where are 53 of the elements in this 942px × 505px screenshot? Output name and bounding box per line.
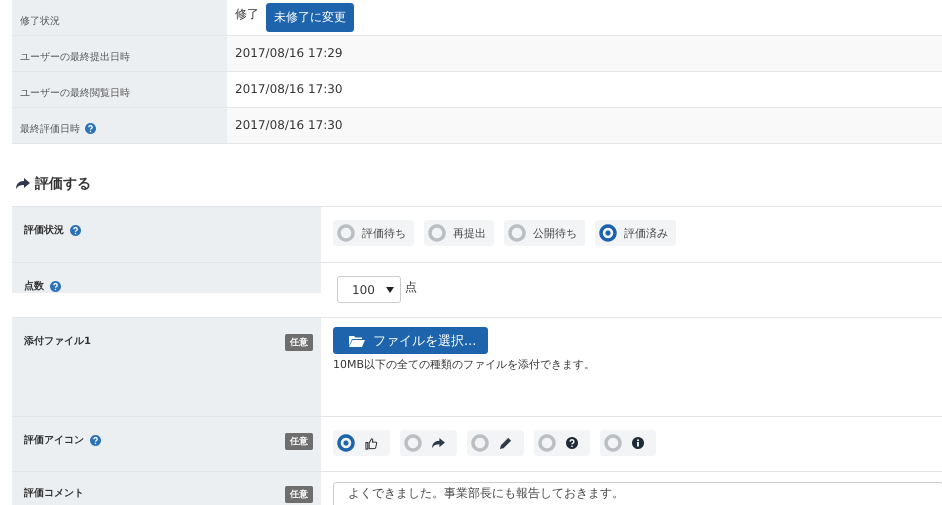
optional-tag: 任意 [285, 334, 313, 351]
field-value: 2017/08/16 17:29 [235, 46, 343, 60]
field-label: 最終評価日時 [20, 122, 80, 136]
help-icon[interactable] [85, 123, 96, 134]
info-icon [632, 437, 644, 449]
field-label: 評価アイコン [24, 434, 84, 447]
field-label: 点数 [24, 280, 44, 293]
section-title: 評価する [35, 175, 91, 193]
change-status-button[interactable]: 未修了に変更 [266, 3, 354, 32]
radio-button[interactable] [337, 434, 355, 452]
unit-label: 点 [405, 279, 417, 296]
field-value: 2017/08/16 17:30 [235, 82, 343, 96]
field-label: 添付ファイル1 [24, 334, 91, 348]
pencil-icon [499, 436, 512, 450]
icon-option[interactable] [467, 430, 524, 456]
question-icon [566, 437, 578, 449]
arrow-icon [432, 438, 445, 448]
file-select-button[interactable]: ファイルを選択... [333, 327, 488, 354]
icon-option[interactable] [333, 430, 390, 456]
file-hint-text: 10MB以下の全ての種類のファイルを添付できます。 [333, 357, 596, 372]
score-select[interactable]: 100 [337, 276, 401, 303]
caret-icon [386, 286, 394, 292]
help-icon[interactable] [90, 434, 101, 446]
optional-tag: 任意 [285, 433, 313, 450]
status-option[interactable]: 公開待ち [504, 220, 585, 246]
help-icon[interactable] [50, 280, 61, 292]
folder-icon [349, 334, 365, 347]
optional-tag: 任意 [285, 486, 313, 503]
field-label: 評価コメント [24, 486, 84, 500]
icon-option[interactable] [400, 430, 457, 456]
radio-button[interactable] [428, 224, 446, 242]
radio-button[interactable] [604, 434, 622, 452]
radio-button[interactable] [508, 224, 526, 242]
field-label: ユーザーの最終提出日時 [20, 50, 130, 64]
comment-field[interactable]: よくできました。事業部長にも報告しておきます。 [333, 482, 942, 505]
field-label: 修了状況 [20, 14, 60, 28]
radio-button[interactable] [538, 434, 556, 452]
field-label: 評価状況 [24, 224, 64, 237]
field-value: 2017/08/16 17:30 [235, 118, 343, 132]
status-option[interactable]: 評価待ち [333, 220, 414, 246]
radio-button[interactable] [337, 224, 355, 242]
status-option[interactable]: 評価済み [595, 220, 676, 246]
field-label: ユーザーの最終閲覧日時 [20, 86, 130, 100]
thumbs-up-icon [365, 436, 378, 450]
status-option[interactable]: 再提出 [424, 220, 494, 246]
help-icon[interactable] [70, 224, 81, 236]
radio-button[interactable] [404, 434, 422, 452]
icon-option[interactable] [600, 430, 656, 456]
field-value: 修了 [235, 6, 259, 23]
arrow-icon [16, 178, 30, 190]
icon-option[interactable] [534, 430, 590, 456]
radio-button[interactable] [471, 434, 489, 452]
radio-button[interactable] [599, 224, 617, 242]
